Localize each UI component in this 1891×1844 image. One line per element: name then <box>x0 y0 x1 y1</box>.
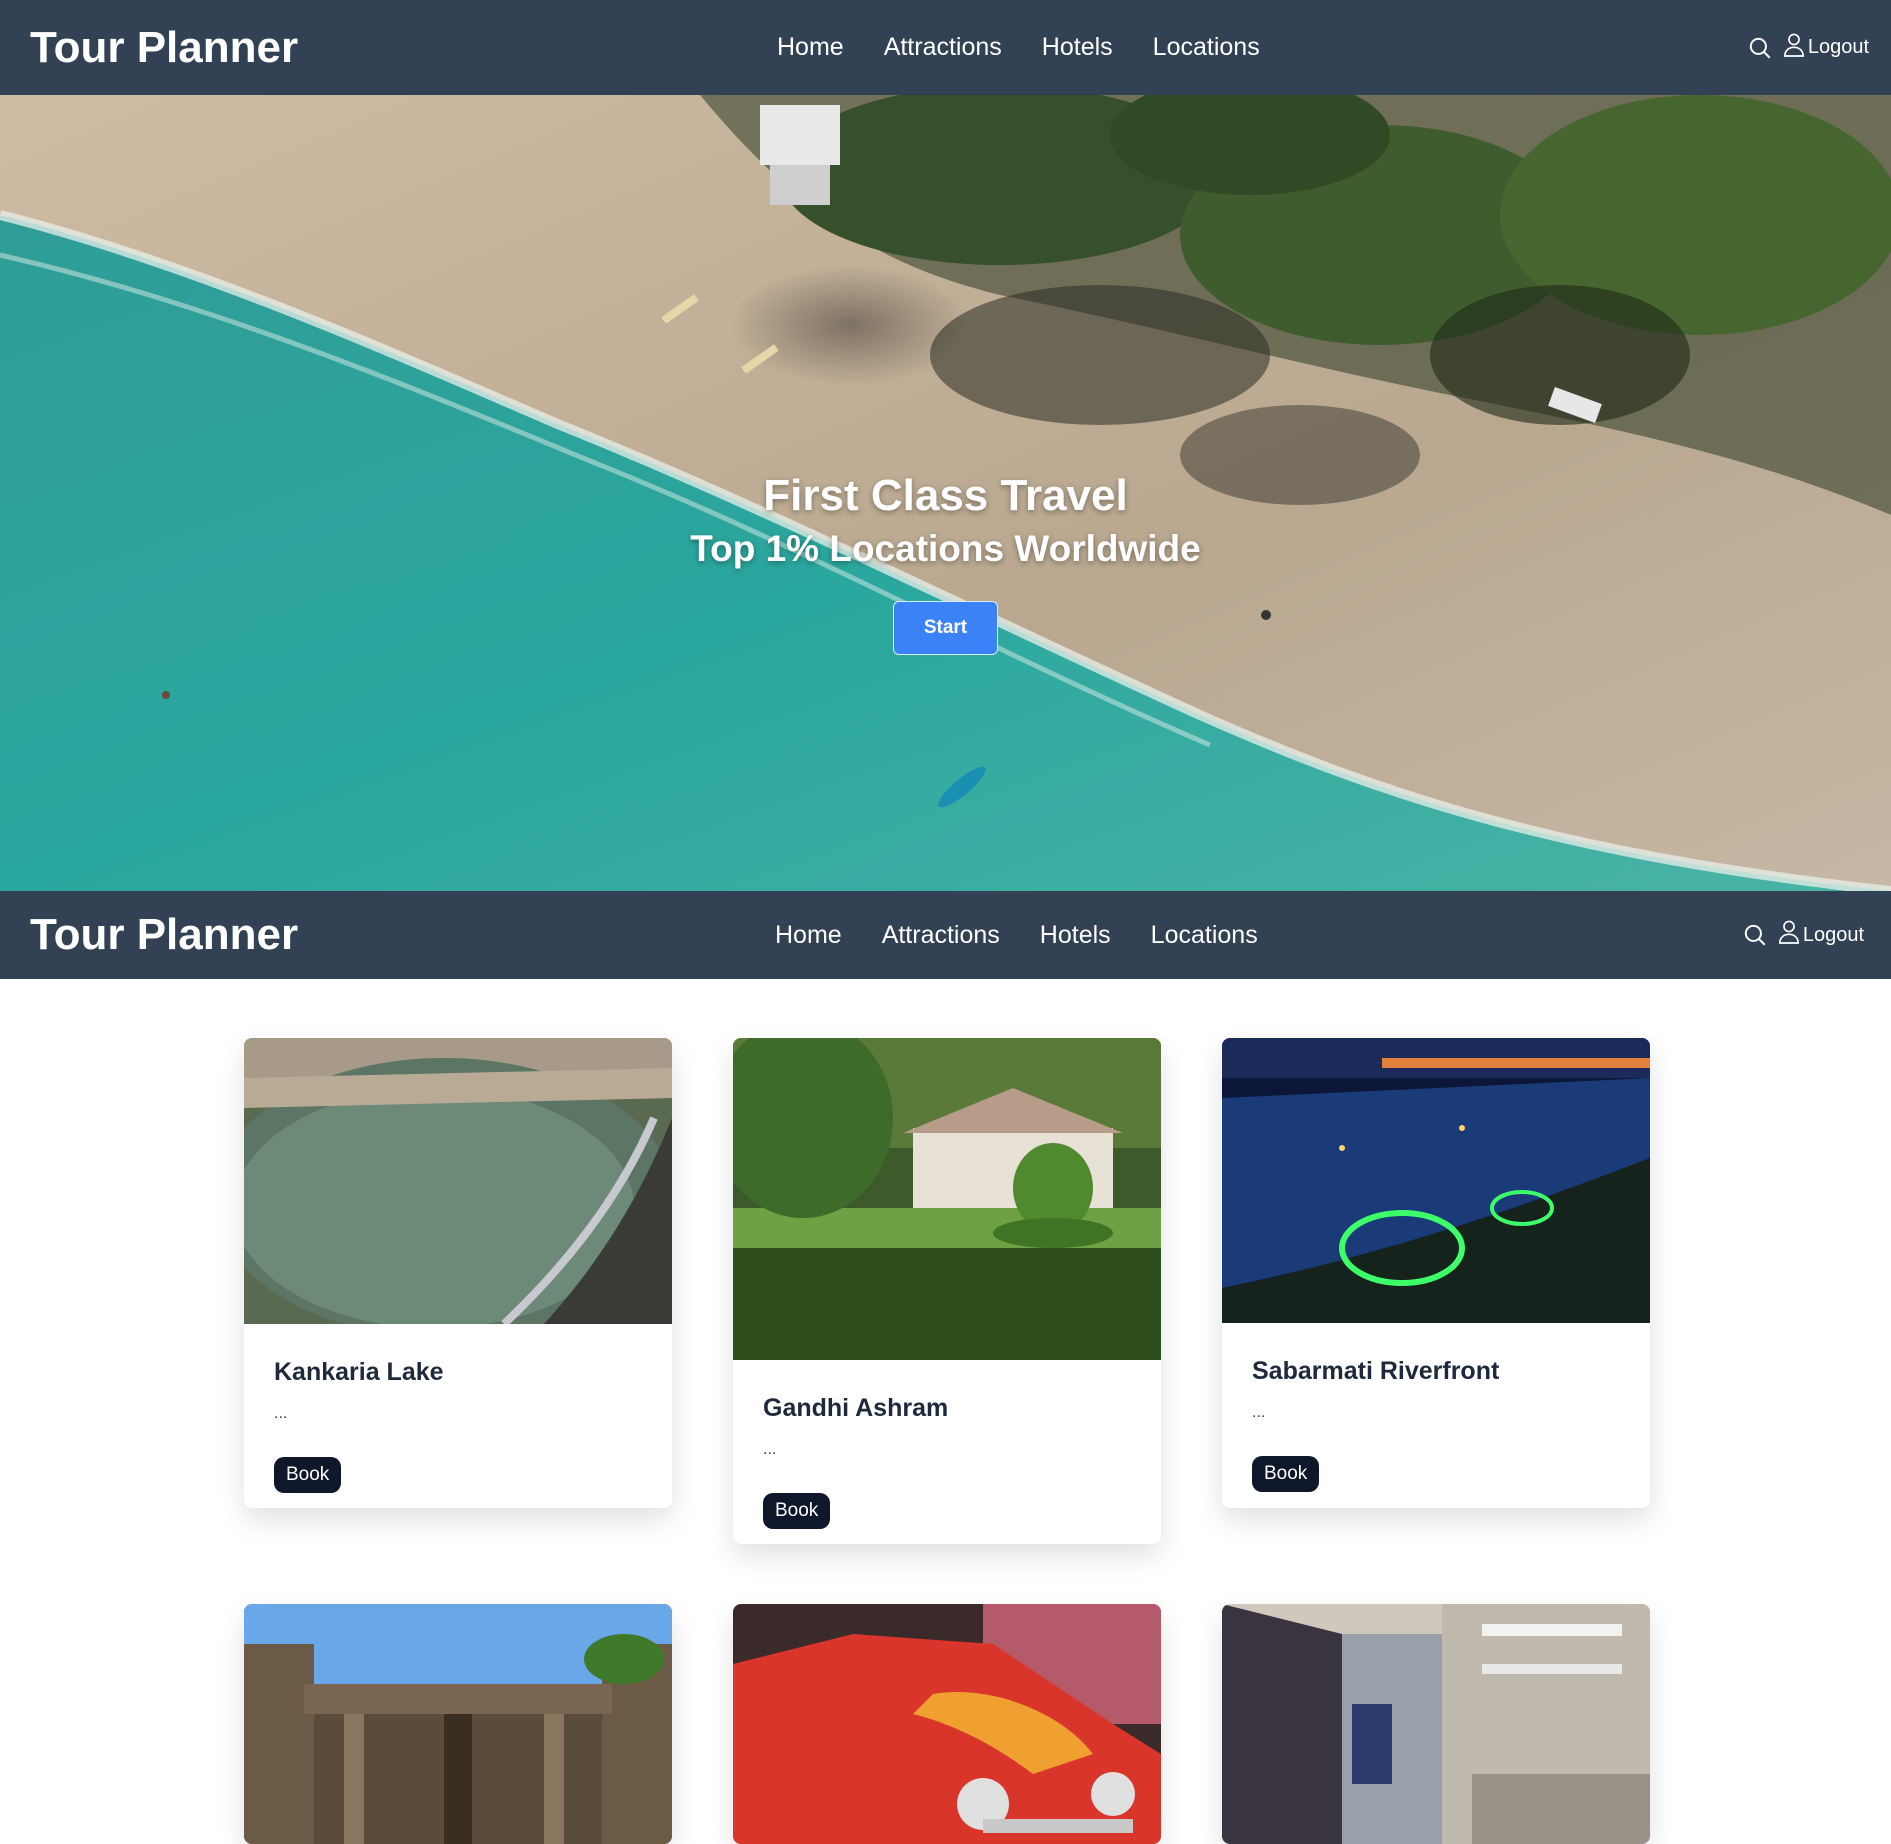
stepwell-image <box>244 1604 672 1844</box>
nav-link-hotels[interactable]: Hotels <box>1040 921 1111 950</box>
nav-link-locations[interactable]: Locations <box>1151 921 1258 950</box>
card-description: ... <box>274 1405 288 1422</box>
card-description: ... <box>1252 1404 1266 1421</box>
card-title: Gandhi Ashram <box>763 1394 949 1422</box>
shopping-mall-image <box>1222 1604 1650 1844</box>
search-icon[interactable] <box>1747 35 1773 61</box>
hero-banner: First Class Travel Top 1% Locations Worl… <box>0 95 1891 891</box>
top-navbar: Tour Planner Home Attractions Hotels Loc… <box>0 0 1891 95</box>
card-description: ... <box>763 1441 777 1458</box>
nav-link-locations[interactable]: Locations <box>1153 33 1260 62</box>
nav-links: Home Attractions Hotels Locations <box>777 33 1260 62</box>
user-icon <box>1783 32 1805 64</box>
hero-content: First Class Travel Top 1% Locations Worl… <box>0 470 1891 655</box>
attraction-card <box>733 1604 1161 1844</box>
nav-link-home[interactable]: Home <box>775 921 842 950</box>
logout-label: Logout <box>1807 36 1869 58</box>
attraction-card <box>1222 1604 1650 1844</box>
brand-logo[interactable]: Tour Planner <box>30 23 298 73</box>
nav-link-attractions[interactable]: Attractions <box>884 33 1002 62</box>
book-button[interactable]: Book <box>274 1457 342 1493</box>
attraction-card <box>244 1604 672 1844</box>
brand-logo[interactable]: Tour Planner <box>30 910 298 960</box>
nav-actions: Logout <box>1747 32 1869 64</box>
kankaria-lake-image <box>244 1038 672 1324</box>
user-icon <box>1778 919 1800 951</box>
nav-actions: Logout <box>1742 919 1864 951</box>
vintage-car-image <box>733 1604 1161 1844</box>
logout-button[interactable]: Logout <box>1778 919 1864 951</box>
gandhi-ashram-image <box>733 1038 1161 1360</box>
attraction-card: Sabarmati Riverfront ... Book <box>1222 1038 1650 1508</box>
card-title: Sabarmati Riverfront <box>1252 1357 1500 1385</box>
attraction-card: Kankaria Lake ... Book <box>244 1038 672 1508</box>
hero-title: First Class Travel <box>763 471 1128 520</box>
logout-label: Logout <box>1802 923 1864 946</box>
search-icon[interactable] <box>1742 922 1768 948</box>
sticky-navbar: Tour Planner Home Attractions Hotels Loc… <box>0 891 1891 979</box>
book-button[interactable]: Book <box>763 1493 831 1529</box>
nav-link-attractions[interactable]: Attractions <box>882 921 1000 950</box>
start-button[interactable]: Start <box>892 600 999 655</box>
hero-subtitle: Top 1% Locations Worldwide <box>690 527 1201 569</box>
logout-button[interactable]: Logout <box>1783 32 1869 64</box>
nav-links: Home Attractions Hotels Locations <box>775 921 1258 950</box>
card-title: Kankaria Lake <box>274 1358 444 1386</box>
nav-link-hotels[interactable]: Hotels <box>1042 33 1113 62</box>
nav-link-home[interactable]: Home <box>777 33 844 62</box>
attraction-card: Gandhi Ashram ... Book <box>733 1038 1161 1544</box>
sabarmati-riverfront-image <box>1222 1038 1650 1323</box>
book-button[interactable]: Book <box>1252 1456 1320 1492</box>
